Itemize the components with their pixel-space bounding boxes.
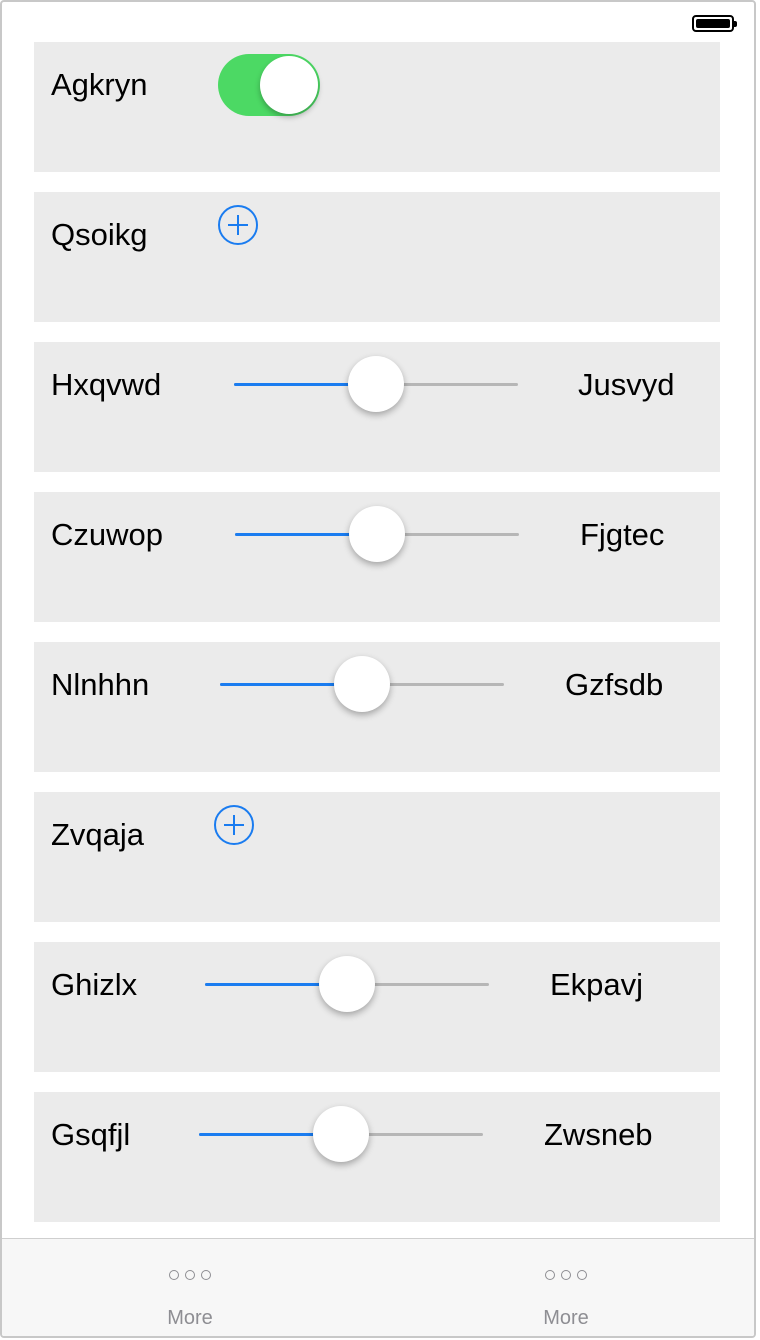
row-slider: Hxqvwd Jusvyd xyxy=(34,342,720,472)
tab-label: More xyxy=(167,1307,213,1329)
slider-max-label: Fjgtec xyxy=(580,517,665,552)
screen: Agkryn Qsoikg Hxqvwd Jusvyd Czuwop Fjgte… xyxy=(0,0,756,1338)
slider[interactable] xyxy=(199,1106,483,1164)
slider[interactable] xyxy=(205,956,489,1014)
row-label: Gsqfjl xyxy=(51,1117,131,1152)
row-label: Nlnhhn xyxy=(51,667,150,702)
tab-bar: More More xyxy=(2,1238,754,1336)
toggle-switch[interactable] xyxy=(218,54,320,116)
add-icon[interactable] xyxy=(218,205,258,245)
slider[interactable] xyxy=(235,506,519,564)
tab-label: More xyxy=(543,1307,589,1329)
slider[interactable] xyxy=(234,356,518,414)
row-label: Czuwop xyxy=(51,517,163,552)
slider-thumb[interactable] xyxy=(319,956,375,1012)
tab-more-2[interactable]: More xyxy=(378,1239,754,1336)
row-add: Zvqaja xyxy=(34,792,720,922)
row-label: Ghizlx xyxy=(51,967,138,1002)
slider-thumb[interactable] xyxy=(334,656,390,712)
add-icon[interactable] xyxy=(214,805,254,845)
more-dots-icon xyxy=(378,1267,754,1281)
row-toggle: Agkryn xyxy=(34,42,720,172)
row-label: Zvqaja xyxy=(51,817,145,852)
toggle-knob xyxy=(260,56,318,114)
slider-max-label: Gzfsdb xyxy=(565,667,664,702)
row-slider: Nlnhhn Gzfsdb xyxy=(34,642,720,772)
row-label: Hxqvwd xyxy=(51,367,162,402)
row-label: Qsoikg xyxy=(51,217,148,252)
row-slider: Czuwop Fjgtec xyxy=(34,492,720,622)
more-dots-icon xyxy=(2,1267,378,1281)
row-slider: Ghizlx Ekpavj xyxy=(34,942,720,1072)
slider[interactable] xyxy=(220,656,504,714)
tab-more-1[interactable]: More xyxy=(2,1239,378,1336)
slider-max-label: Ekpavj xyxy=(550,967,644,1002)
slider-thumb[interactable] xyxy=(349,506,405,562)
battery-icon xyxy=(692,15,737,32)
row-add: Qsoikg xyxy=(34,192,720,322)
slider-thumb[interactable] xyxy=(313,1106,369,1162)
row-slider: Gsqfjl Zwsneb xyxy=(34,1092,720,1222)
row-label: Agkryn xyxy=(51,67,148,102)
slider-max-label: Jusvyd xyxy=(578,367,675,402)
slider-max-label: Zwsneb xyxy=(544,1117,653,1152)
slider-thumb[interactable] xyxy=(348,356,404,412)
